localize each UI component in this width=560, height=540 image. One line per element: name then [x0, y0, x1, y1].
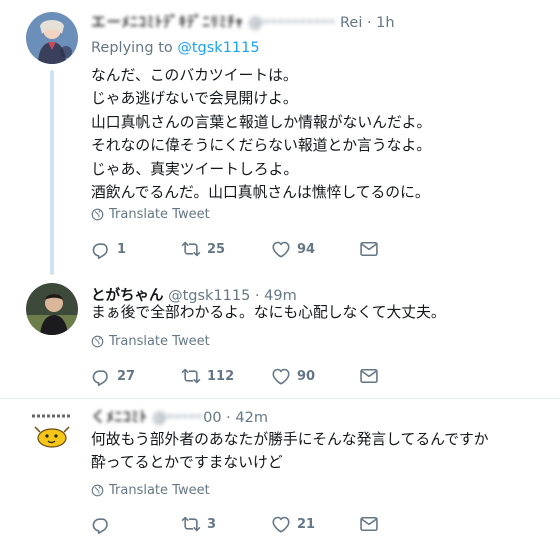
reply-count: 1 [117, 241, 127, 257]
author-handle-suffix: Rei [339, 15, 363, 31]
tweet-text-line: 何故もう部外者のあなたが勝手にそんな発言してるんですか [91, 431, 489, 448]
direct-message-icon [359, 239, 379, 259]
author-handle-suffix: 00 [203, 410, 222, 426]
retweet-button[interactable]: 3 [181, 514, 216, 534]
author-handle[interactable]: @ｰｰｰｰｰ [152, 410, 203, 426]
tweet-text-line: 酒飲んでるんだ。山口真帆さんは憔悴してるのに。 [91, 184, 430, 202]
direct-message-button[interactable] [359, 514, 379, 534]
retweet-count: 112 [207, 368, 235, 384]
translate-label: Translate Tweet [109, 483, 210, 498]
reply-icon [91, 239, 111, 259]
tweet-actions: 3 21 [91, 514, 391, 536]
tweet-text-line: まぁ後で全部わかるよ。なにも心配しなくて大丈夫。 [91, 304, 446, 321]
timestamp[interactable]: · 42m [226, 410, 268, 426]
like-button[interactable]: 94 [271, 239, 315, 259]
timestamp[interactable]: · 1h [367, 15, 395, 31]
globe-icon [91, 484, 104, 497]
like-icon [271, 514, 291, 534]
direct-message-icon [359, 514, 379, 534]
retweet-icon [181, 239, 201, 259]
author-name[interactable]: エーﾒﾆｺﾐﾄﾃﾞｷﾃﾞﾆﾘﾐﾁｬ [91, 15, 244, 31]
tweet-text: なんだ、このバカツイートは。 じゃあ逃げないで会見開けよ。 山口真帆さんの言葉と… [91, 64, 431, 204]
tweet[interactable]: とがちゃん @tgsk1115 · 49m まぁ後で全部わかるよ。なにも心配しな… [0, 275, 560, 399]
translate-tweet-link[interactable]: Translate Tweet [91, 483, 210, 498]
globe-icon [91, 208, 104, 221]
tweet-header: くﾒﾆｺﾐﾄ @ｰｰｰｰｰ00 · 42m [91, 406, 268, 427]
retweet-count: 3 [207, 516, 217, 532]
retweet-icon [181, 366, 201, 386]
thread-line [50, 70, 54, 275]
direct-message-icon [359, 366, 379, 386]
replying-label: Replying to [91, 40, 173, 56]
like-count: 94 [297, 241, 316, 257]
author-name[interactable]: くﾒﾆｺﾐﾄ [91, 410, 148, 426]
reply-icon [91, 366, 111, 386]
translate-label: Translate Tweet [109, 334, 210, 349]
retweet-count: 25 [207, 241, 226, 257]
like-icon [271, 366, 291, 386]
like-count: 90 [297, 368, 316, 384]
retweet-button[interactable]: 25 [181, 239, 225, 259]
reply-count: 27 [117, 368, 136, 384]
direct-message-button[interactable] [359, 366, 379, 386]
globe-icon [91, 335, 104, 348]
avatar[interactable] [26, 12, 78, 64]
reply-button[interactable]: 1 [91, 239, 126, 259]
like-button[interactable]: 21 [271, 514, 315, 534]
translate-label: Translate Tweet [109, 207, 210, 222]
avatar[interactable] [26, 404, 78, 456]
replying-handle-link[interactable]: @tgsk1115 [177, 40, 259, 56]
reply-icon [91, 514, 111, 534]
retweet-button[interactable]: 112 [181, 366, 234, 386]
like-button[interactable]: 90 [271, 366, 315, 386]
reply-button[interactable]: 27 [91, 366, 135, 386]
translate-tweet-link[interactable]: Translate Tweet [91, 207, 210, 222]
tweet[interactable]: エーﾒﾆｺﾐﾄﾃﾞｷﾃﾞﾆﾘﾐﾁｬ @ｰｰｰｰｰｰｰｰｰｰ Rei · 1h R… [0, 0, 560, 275]
tweet-text: まぁ後で全部わかるよ。なにも心配しなくて大丈夫。 [91, 301, 446, 324]
tweet-text-line: じゃあ、真実ツイートしろよ。 [91, 160, 299, 178]
like-count: 21 [297, 516, 316, 532]
tweet-actions: 27 112 90 [91, 366, 391, 388]
retweet-icon [181, 514, 201, 534]
like-icon [271, 239, 291, 259]
tweet-text-line: 山口真帆さんの言葉と報道しか情報がないんだよ。 [91, 113, 432, 131]
tweet[interactable]: くﾒﾆｺﾐﾄ @ｰｰｰｰｰ00 · 42m 何故もう部外者のあなたが勝手にそんな… [0, 399, 560, 540]
avatar[interactable] [26, 283, 78, 335]
tweet-text-line: 酔ってるとかですまないけど [91, 454, 283, 472]
replying-to: Replying to @tgsk1115 [91, 40, 260, 56]
tweet-header: エーﾒﾆｺﾐﾄﾃﾞｷﾃﾞﾆﾘﾐﾁｬ @ｰｰｰｰｰｰｰｰｰｰ Rei · 1h [91, 11, 395, 32]
direct-message-button[interactable] [359, 239, 379, 259]
tweet-text: 何故もう部外者のあなたが勝手にそんな発言してるんですか 酔ってるとかですまないけ… [91, 428, 489, 475]
author-handle[interactable]: @ｰｰｰｰｰｰｰｰｰｰ [248, 15, 335, 31]
tweet-text-line: じゃあ逃げないで会見開けよ。 [91, 90, 298, 108]
tweet-text-line: なんだ、このバカツイートは。 [91, 67, 298, 84]
reply-button[interactable] [91, 514, 117, 534]
tweet-text-line: それなのに偉そうにくだらない報道とか言うなよ。 [91, 137, 432, 155]
translate-tweet-link[interactable]: Translate Tweet [91, 334, 210, 349]
tweet-actions: 1 25 94 [91, 239, 391, 261]
